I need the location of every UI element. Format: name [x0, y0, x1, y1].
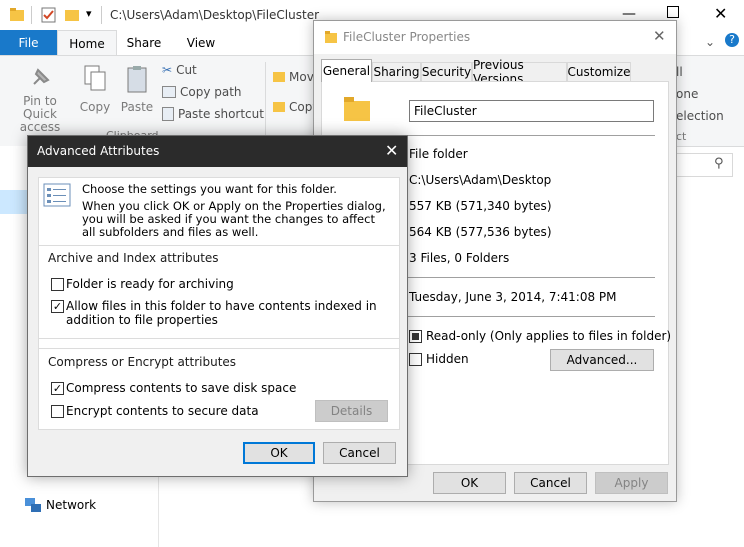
intro-text: Choose the settings you want for this fo…	[82, 182, 337, 196]
tab-security[interactable]: Security	[421, 62, 472, 81]
properties-ok-button[interactable]: OK	[433, 472, 506, 494]
large-folder-icon	[344, 97, 370, 121]
archive-checkbox[interactable]	[51, 278, 64, 291]
quick-access-dropdown-icon[interactable]: ▾	[86, 7, 92, 20]
intro-detail-text: When you click OK or Apply on the Proper…	[82, 199, 386, 239]
search-icon: ⚲	[714, 156, 724, 171]
contains-value: 3 Files, 0 Folders	[409, 251, 510, 265]
properties-apply-button[interactable]: Apply	[595, 472, 668, 494]
index-checkbox[interactable]: ✓	[51, 300, 64, 313]
select-group-label: ct	[676, 130, 687, 143]
folder-icon	[325, 31, 337, 43]
hidden-checkbox[interactable]	[409, 353, 422, 366]
cut-label: Cut	[176, 63, 197, 77]
type-value: File folder	[409, 147, 468, 161]
new-folder-quick-icon[interactable]	[64, 7, 80, 23]
details-button[interactable]: Details	[315, 400, 388, 422]
advanced-ok-button[interactable]: OK	[243, 442, 315, 464]
readonly-label: Read-only (Only applies to files in fold…	[426, 329, 672, 343]
copy-path-button[interactable]: Copy path	[162, 85, 242, 99]
tab-home[interactable]: Home	[57, 30, 117, 56]
advanced-title-bar: Advanced Attributes ✕	[28, 136, 407, 167]
pin-icon	[33, 68, 50, 85]
network-icon	[25, 498, 41, 512]
tab-share[interactable]: Share	[120, 30, 168, 55]
advanced-cancel-button[interactable]: Cancel	[323, 442, 396, 464]
title-divider-2	[101, 6, 102, 24]
ribbon-expand-icon[interactable]: ⌄	[705, 35, 715, 49]
select-all-button[interactable]: ll	[676, 65, 683, 79]
copy-icon	[84, 65, 106, 91]
encrypt-checkbox[interactable]	[51, 405, 64, 418]
tab-sharing[interactable]: Sharing	[372, 62, 421, 81]
help-icon[interactable]: ?	[725, 33, 739, 47]
advanced-content-panel: Choose the settings you want for this fo…	[38, 177, 400, 430]
paste-shortcut-icon	[162, 107, 174, 121]
nav-network[interactable]: Network	[46, 498, 96, 512]
pin-label: Pin to Quick access	[19, 94, 61, 134]
move-to-icon	[273, 72, 285, 82]
scissors-icon: ✂	[162, 63, 173, 77]
attributes-list-icon	[43, 183, 71, 207]
paste-button[interactable]: Paste	[118, 64, 156, 114]
folder-icon	[10, 8, 24, 21]
ribbon-divider	[265, 62, 266, 142]
compress-label: Compress contents to save disk space	[66, 381, 297, 395]
maximize-icon[interactable]	[667, 6, 679, 18]
size-on-disk-value: 564 KB (577,536 bytes)	[409, 225, 552, 239]
properties-cancel-button[interactable]: Cancel	[514, 472, 587, 494]
title-divider	[31, 6, 32, 24]
window-title-path: C:\Users\Adam\Desktop\FileCluster	[110, 8, 320, 22]
nav-selected-item[interactable]	[0, 190, 28, 214]
advanced-title: Advanced Attributes	[37, 144, 160, 158]
folder-name-value: FileCluster	[414, 104, 477, 118]
paste-shortcut-label: Paste shortcut	[178, 107, 264, 121]
folder-name-input[interactable]: FileCluster	[409, 100, 654, 122]
close-icon[interactable]: ✕	[714, 4, 727, 23]
tab-file[interactable]: File	[0, 30, 57, 55]
tab-customize[interactable]: Customize	[567, 62, 631, 81]
location-value: C:\Users\Adam\Desktop	[409, 173, 552, 187]
pin-quick-access-button[interactable]: Pin to Quick access	[6, 64, 74, 134]
tab-general[interactable]: General	[321, 59, 372, 82]
properties-title-bar: FileCluster Properties ✕	[314, 21, 676, 54]
compress-group-title: Compress or Encrypt attributes	[48, 355, 237, 369]
advanced-button[interactable]: Advanced...	[550, 349, 654, 371]
copy-path-icon	[162, 86, 176, 98]
invert-selection-button[interactable]: election	[676, 109, 724, 123]
cut-button[interactable]: ✂ Cut	[162, 63, 197, 77]
size-value: 557 KB (571,340 bytes)	[409, 199, 552, 213]
created-value: Tuesday, June 3, 2014, 7:41:08 PM	[409, 290, 617, 304]
compress-checkbox[interactable]: ✓	[51, 382, 64, 395]
properties-close-icon[interactable]: ✕	[653, 27, 666, 45]
copy-button[interactable]: Copy	[76, 64, 114, 114]
index-label: Allow files in this folder to have conte…	[66, 299, 377, 327]
encrypt-label: Encrypt contents to secure data	[66, 404, 259, 418]
archive-label: Folder is ready for archiving	[66, 277, 234, 291]
advanced-attributes-dialog: Advanced Attributes ✕ Choose the setting…	[27, 135, 408, 477]
paste-label: Paste	[120, 100, 154, 114]
tab-previous-versions[interactable]: Previous Versions	[472, 58, 567, 86]
tab-view[interactable]: View	[178, 30, 224, 55]
hidden-label: Hidden	[426, 352, 469, 366]
readonly-checkbox[interactable]	[409, 330, 422, 343]
archive-group-title: Archive and Index attributes	[48, 251, 219, 265]
copy-path-label: Copy path	[180, 85, 242, 99]
copy-to-icon	[273, 102, 285, 112]
properties-quick-icon[interactable]	[41, 7, 57, 23]
properties-title: FileCluster Properties	[343, 30, 471, 44]
select-none-button[interactable]: one	[676, 87, 698, 101]
paste-shortcut-button[interactable]: Paste shortcut	[162, 107, 264, 121]
advanced-close-icon[interactable]: ✕	[385, 141, 398, 160]
paste-icon	[127, 66, 147, 93]
search-box[interactable]: ⚲	[675, 153, 733, 177]
copy-label: Copy	[79, 100, 111, 114]
